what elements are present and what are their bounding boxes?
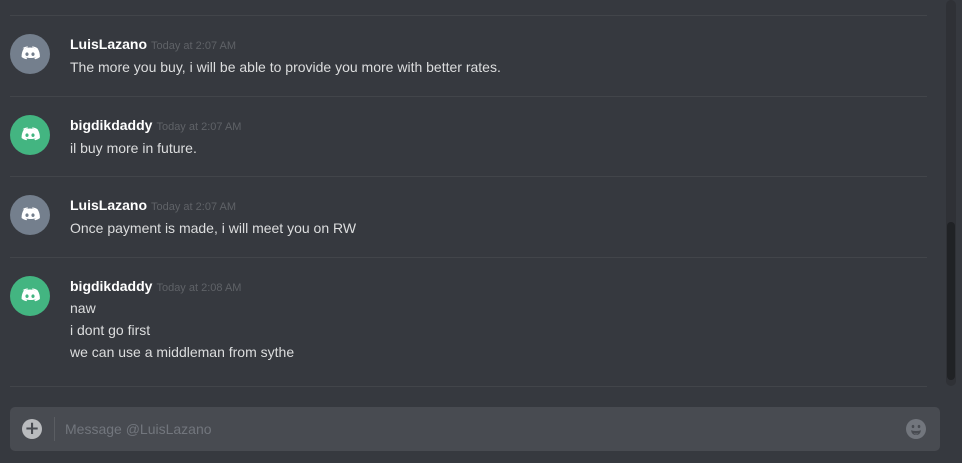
message-header: LuisLazano Today at 2:07 AM (70, 34, 236, 56)
message-divider (10, 96, 927, 97)
emoji-face-icon[interactable] (906, 419, 926, 439)
message-input[interactable] (65, 415, 885, 443)
discord-logo-icon (21, 127, 40, 141)
message-divider (10, 386, 927, 387)
plus-circle-icon[interactable]: + (22, 419, 42, 439)
username[interactable]: LuisLazano (70, 197, 147, 213)
discord-logo-icon (21, 288, 40, 302)
message-text: il buy more in future. (70, 140, 197, 156)
message-text: Once payment is made, i will meet you on… (70, 220, 357, 236)
message-text: i dont go first (70, 322, 151, 338)
message-header: bigdikdaddy Today at 2:08 AM (70, 276, 241, 298)
timestamp: Today at 2:07 AM (156, 121, 242, 133)
message-text: naw (70, 300, 96, 316)
scrollbar-thumb[interactable] (947, 222, 955, 380)
message-text: The more you buy, i will be able to prov… (70, 59, 501, 75)
message-header: bigdikdaddy Today at 2:07 AM (70, 115, 241, 137)
timestamp: Today at 2:07 AM (151, 40, 237, 52)
message-text: we can use a middleman from sythe (70, 344, 295, 360)
avatar[interactable] (10, 34, 50, 74)
message-divider (10, 176, 927, 177)
discord-logo-icon (21, 46, 40, 60)
avatar[interactable] (10, 115, 50, 155)
message-divider (10, 257, 927, 258)
message-header: LuisLazano Today at 2:07 AM (70, 195, 236, 217)
avatar[interactable] (10, 276, 50, 316)
input-divider (54, 417, 55, 441)
chat-window: LuisLazano Today at 2:07 AM The more you … (0, 0, 962, 463)
username[interactable]: bigdikdaddy (70, 117, 152, 133)
discord-logo-icon (21, 207, 40, 221)
message-divider (10, 15, 927, 16)
timestamp: Today at 2:07 AM (151, 201, 237, 213)
username[interactable]: bigdikdaddy (70, 278, 152, 294)
message-composer: + (10, 407, 940, 451)
avatar[interactable] (10, 195, 50, 235)
timestamp: Today at 2:08 AM (156, 282, 242, 294)
username[interactable]: LuisLazano (70, 36, 147, 52)
message-list[interactable]: LuisLazano Today at 2:07 AM The more you … (0, 0, 944, 396)
